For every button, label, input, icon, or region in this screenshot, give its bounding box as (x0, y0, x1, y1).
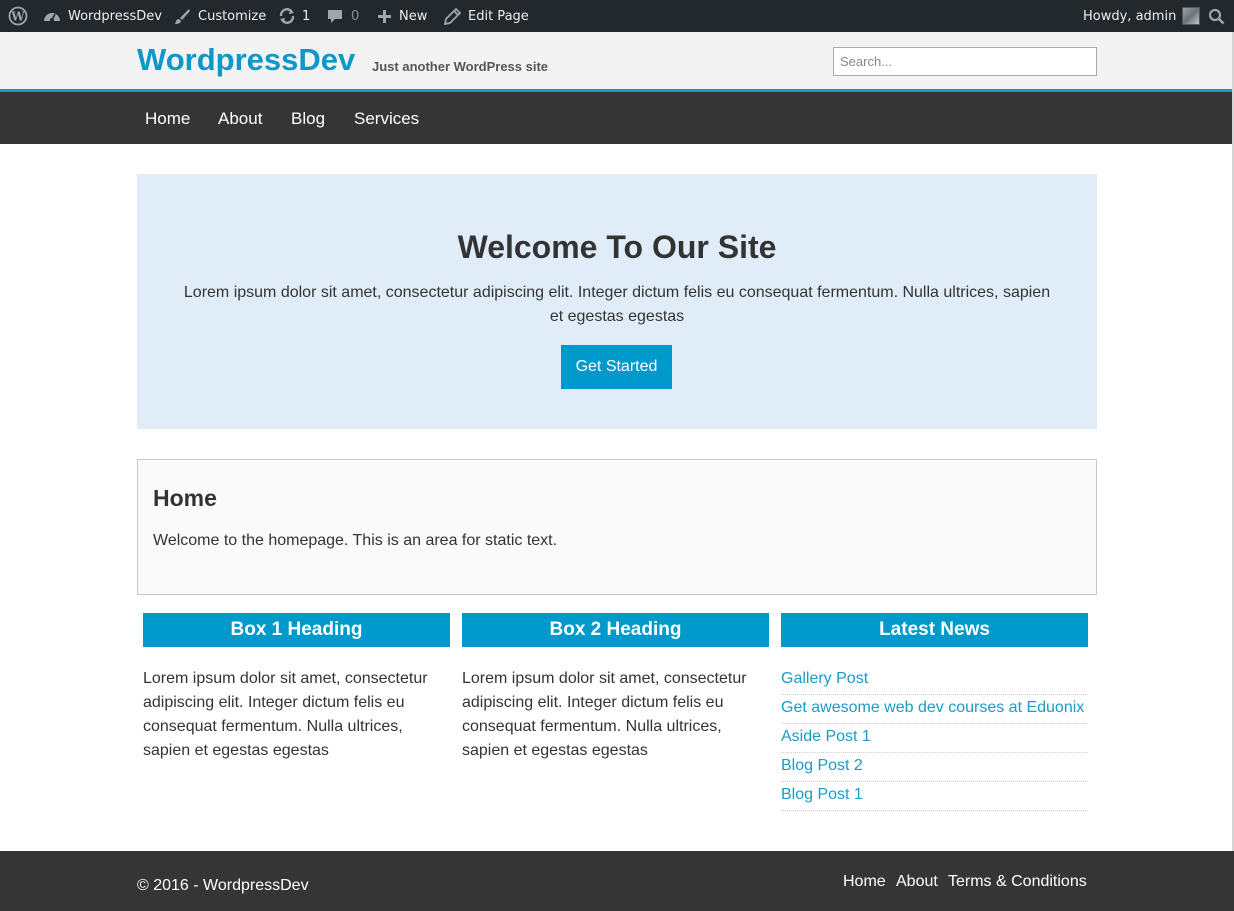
box-1-heading: Box 1 Heading (143, 613, 450, 647)
news-link-blog-post-2[interactable]: Blog Post 2 (781, 757, 863, 774)
comments-count: 0 (351, 8, 360, 24)
box-1: Box 1 Heading Lorem ipsum dolor sit amet… (143, 613, 450, 763)
adminbar-site-name: WordpressDev (68, 8, 162, 24)
box-2-text: Lorem ipsum dolor sit amet, consectetur … (462, 670, 747, 759)
svg-text:W: W (10, 10, 25, 24)
list-item: Blog Post 2 (781, 753, 1088, 782)
list-item: Gallery Post (781, 666, 1088, 695)
home-text: Welcome to the homepage. This is an area… (153, 532, 558, 549)
main-nav: Home About Blog Services (0, 92, 1232, 144)
adminbar-updates[interactable]: 1 (278, 0, 310, 32)
nav-item-home[interactable]: Home (145, 109, 190, 129)
adminbar-new[interactable]: New (377, 0, 427, 32)
hero-banner: Welcome To Our Site Lorem ipsum dolor si… (137, 174, 1097, 429)
box-1-text: Lorem ipsum dolor sit amet, consectetur … (143, 670, 428, 759)
adminbar-comments[interactable]: 0 (327, 0, 359, 32)
edit-page-label: Edit Page (468, 8, 529, 24)
home-title: Home (153, 485, 217, 511)
site-header: WordpressDev Just another WordPress site (0, 32, 1232, 89)
news-link-blog-post-1[interactable]: Blog Post 1 (781, 786, 863, 803)
adminbar-customize[interactable]: Customize (174, 0, 266, 32)
get-started-button[interactable]: Get Started (561, 345, 672, 389)
nav-item-services[interactable]: Services (354, 109, 419, 129)
search-icon[interactable] (1208, 0, 1225, 32)
hero-title: Welcome To Our Site (457, 229, 777, 265)
plus-icon (377, 9, 392, 24)
nav-item-blog[interactable]: Blog (291, 109, 325, 129)
box-2: Box 2 Heading Lorem ipsum dolor sit amet… (462, 613, 769, 763)
box-2-heading: Box 2 Heading (462, 613, 769, 647)
pencil-icon (444, 7, 461, 25)
list-item: Get awesome web dev courses at Eduonix (781, 695, 1088, 724)
footer-link-terms[interactable]: Terms & Conditions (948, 873, 1087, 891)
admin-bar: W WordpressDev Customize 1 0 New Edit Pa… (0, 0, 1234, 32)
news-link-aside-post-1[interactable]: Aside Post 1 (781, 728, 871, 745)
footer-copyright: © 2016 - WordpressDev (137, 877, 309, 894)
updates-count: 1 (302, 8, 311, 24)
latest-news-list: Gallery Post Get awesome web dev courses… (781, 666, 1088, 811)
site-title[interactable]: WordpressDev (137, 42, 355, 78)
news-link-gallery-post[interactable]: Gallery Post (781, 670, 868, 687)
avatar (1182, 7, 1201, 25)
nav-item-about[interactable]: About (218, 109, 262, 129)
adminbar-site-link[interactable]: WordpressDev (43, 0, 162, 32)
customize-label: Customize (198, 8, 267, 24)
news-link-eduonix[interactable]: Get awesome web dev courses at Eduonix (781, 699, 1084, 716)
footer-link-about[interactable]: About (896, 873, 938, 891)
brush-icon (174, 8, 191, 25)
howdy-label: Howdy, admin (1083, 8, 1177, 24)
home-content-box: Home Welcome to the homepage. This is an… (137, 459, 1097, 595)
hero-text: Lorem ipsum dolor sit amet, consectetur … (183, 284, 1051, 325)
adminbar-edit-page[interactable]: Edit Page (444, 0, 529, 32)
site-footer: © 2016 - WordpressDev Home About Terms &… (0, 851, 1234, 911)
list-item: Blog Post 1 (781, 782, 1088, 811)
adminbar-account[interactable]: Howdy, admin (1083, 0, 1201, 32)
latest-news-heading: Latest News (781, 613, 1088, 647)
site-tagline: Just another WordPress site (372, 59, 549, 74)
list-item: Aside Post 1 (781, 724, 1088, 753)
latest-news-widget: Latest News Gallery Post Get awesome web… (781, 613, 1088, 811)
dashboard-icon (43, 8, 61, 24)
wordpress-logo-icon[interactable]: W (8, 0, 28, 32)
search-input[interactable] (833, 47, 1097, 76)
comment-icon (327, 8, 343, 24)
updates-icon (278, 7, 296, 25)
new-label: New (399, 8, 428, 24)
footer-link-home[interactable]: Home (843, 873, 886, 891)
